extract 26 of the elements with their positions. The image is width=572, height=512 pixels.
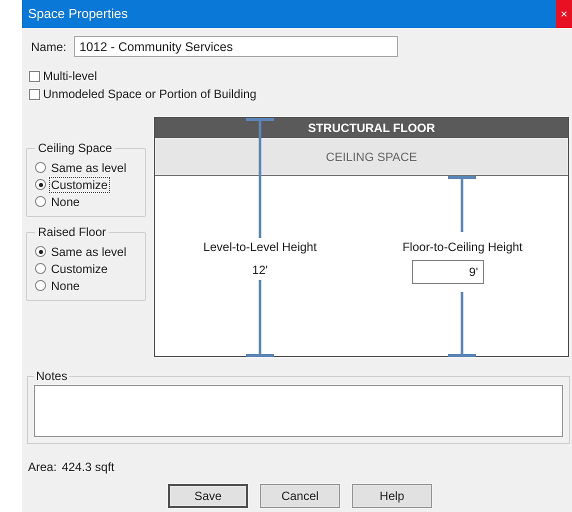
radio-label[interactable]: Customize (49, 260, 110, 276)
dialog-button[interactable]: Cancel (260, 484, 340, 508)
group-title: Ceiling Space (37, 140, 114, 157)
checkbox-label[interactable]: Unmodeled Space or Portion of Building (43, 85, 256, 103)
group-title: Notes (35, 368, 68, 385)
window-title: Space Properties (28, 5, 128, 24)
dimension-label: Floor-to-Ceiling Height (401, 239, 524, 256)
radio-label[interactable]: None (49, 278, 82, 294)
dimension-label: Level-to-Level Height (202, 239, 318, 256)
area-value: 424.3 sqft (62, 459, 114, 476)
close-button[interactable]: × (556, 0, 572, 28)
dimension-value: 12' (251, 262, 269, 279)
band-label: CEILING SPACE (326, 148, 418, 166)
area-label: Area: (28, 459, 57, 476)
group-title: Raised Floor (37, 224, 108, 241)
radio-label[interactable]: None (49, 194, 82, 210)
radio-label[interactable]: Same as level (49, 244, 128, 260)
checkbox-label[interactable]: Multi-level (43, 67, 98, 85)
dialog-button[interactable]: Save (168, 484, 248, 508)
field-label: Name: (31, 38, 66, 56)
height-field[interactable]: 9' (412, 260, 484, 284)
band-label: STRUCTURAL FLOOR (308, 120, 436, 137)
radio-label[interactable]: Same as level (49, 160, 128, 176)
dialog-button[interactable]: Help (352, 484, 432, 508)
name-field[interactable]: 1012 - Community Services (74, 36, 398, 57)
radio-label[interactable]: Customize (49, 176, 110, 192)
